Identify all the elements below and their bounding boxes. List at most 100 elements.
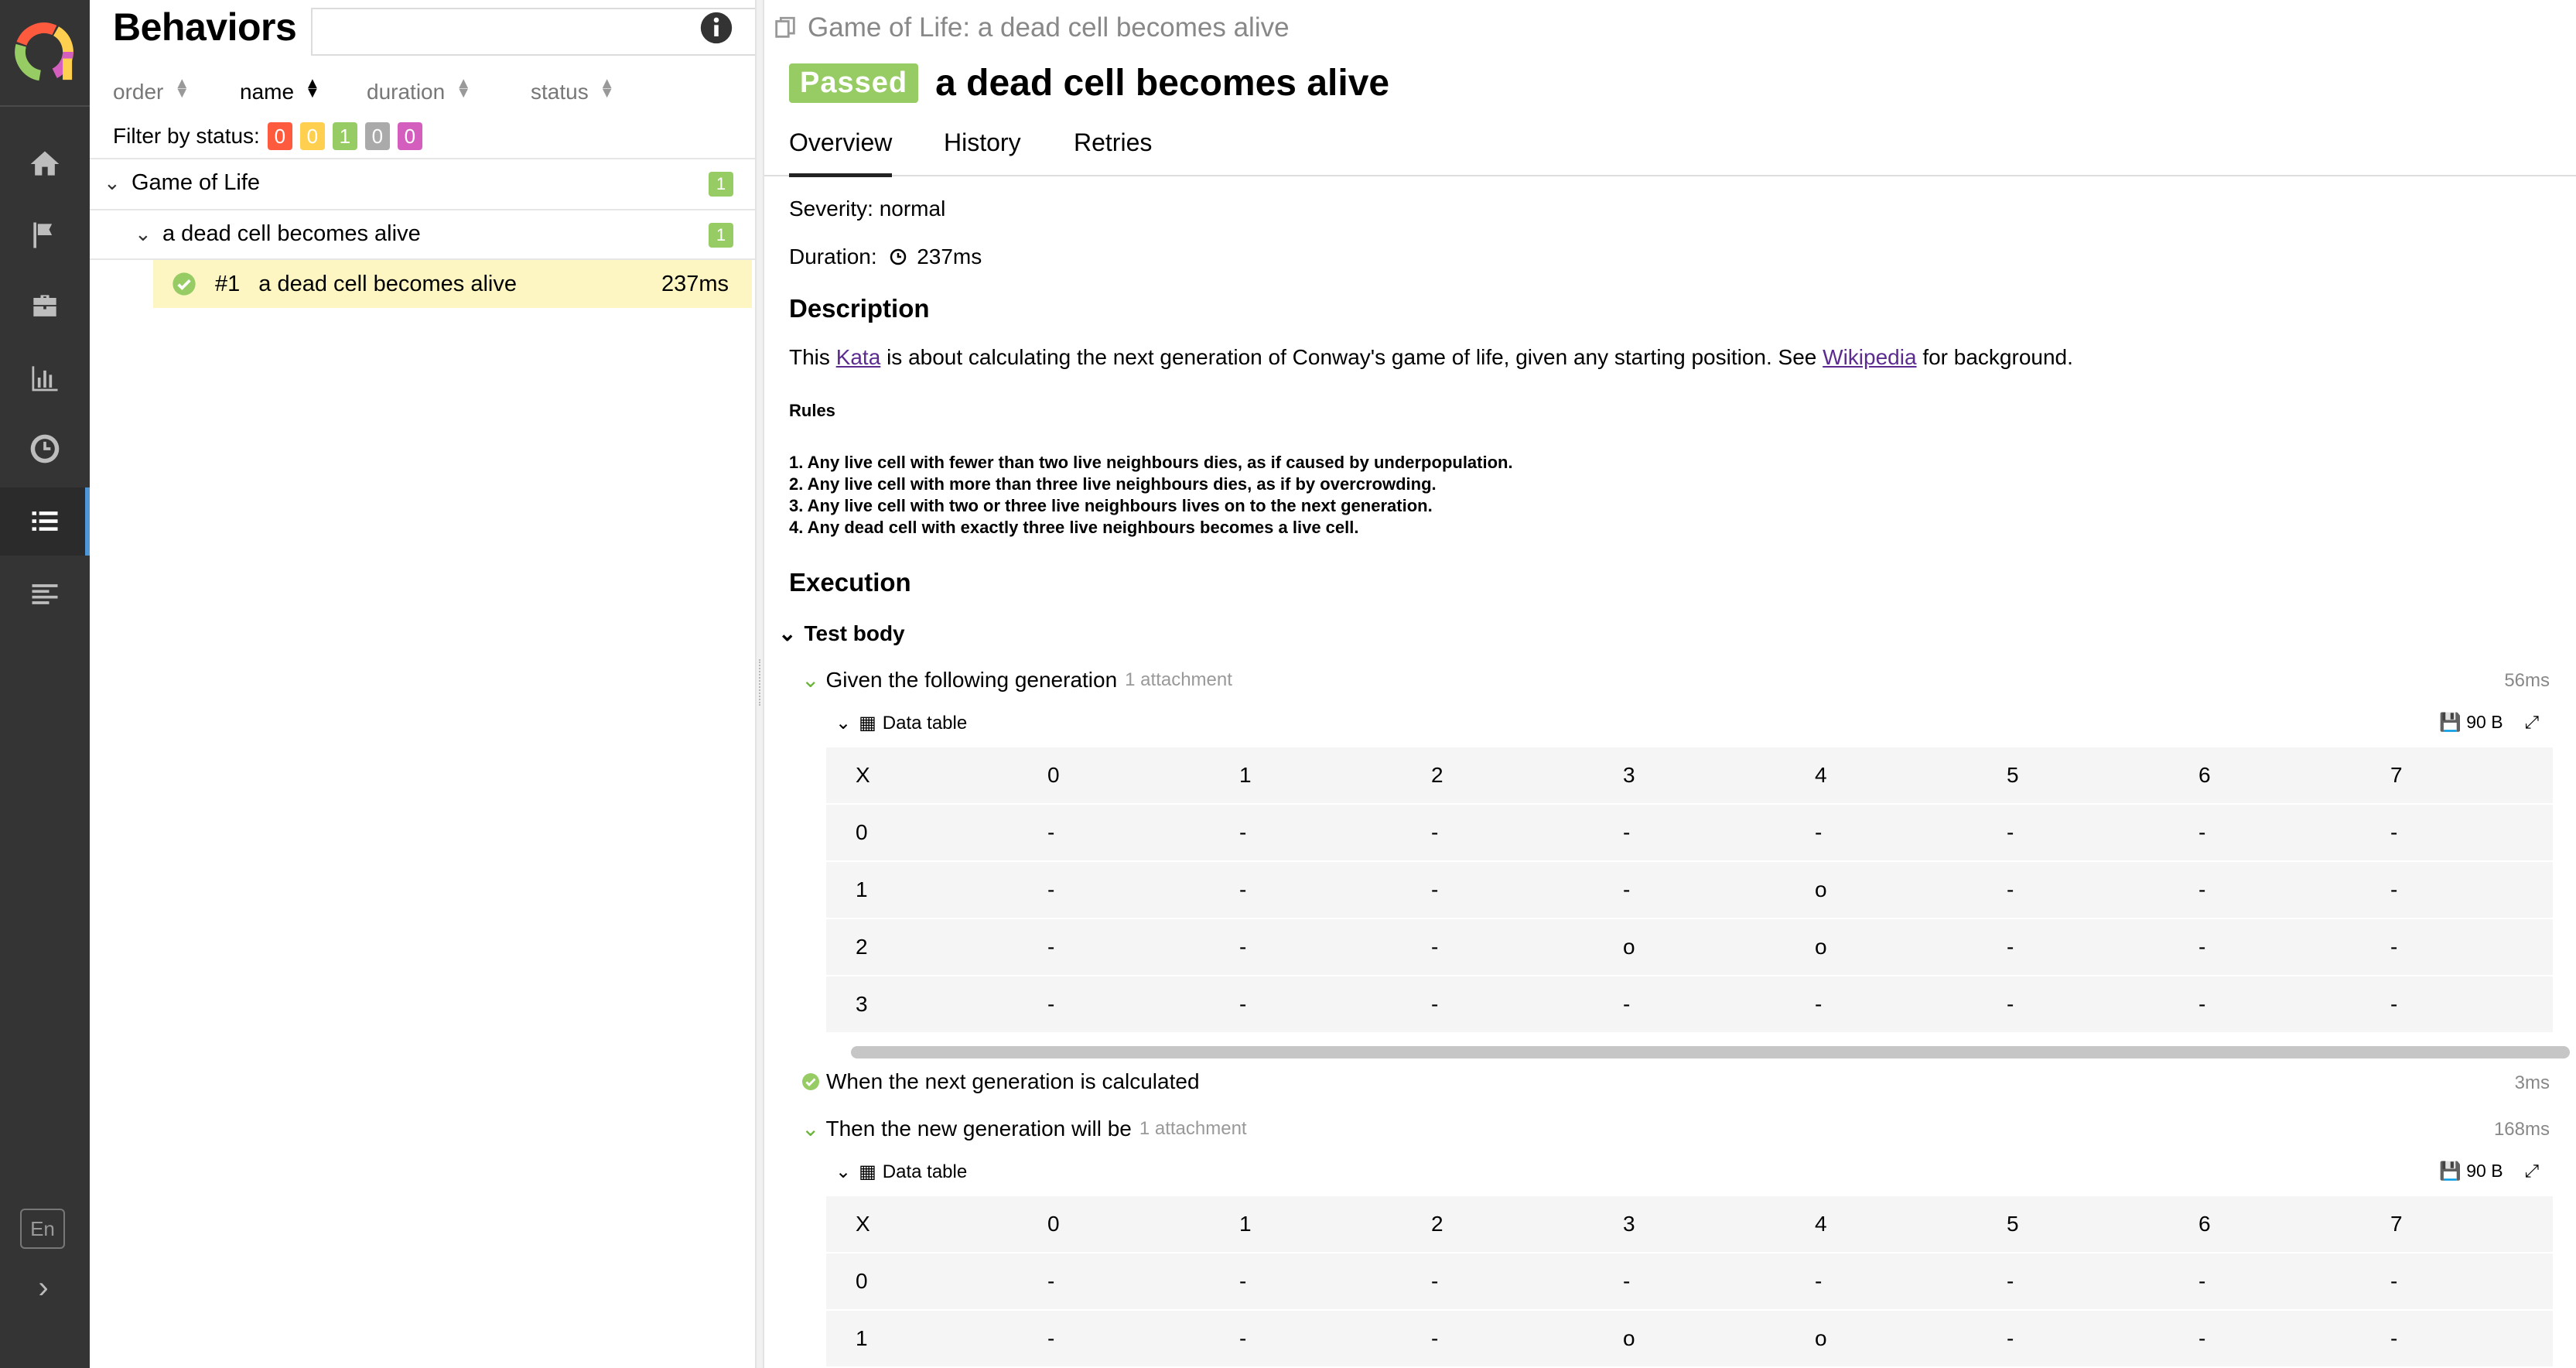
sort-name[interactable]: name ▲ ▼ (240, 76, 320, 104)
clock-icon (890, 248, 907, 265)
table-cell: - (1594, 861, 1785, 919)
table-row: 3-------- (826, 976, 2553, 1034)
tab-history[interactable]: History (944, 128, 1021, 173)
attachment-size[interactable]: 💾 90 B (2439, 1161, 2503, 1182)
splitter-grip[interactable] (759, 659, 762, 706)
expand-icon[interactable]: ⤢ (2525, 1161, 2539, 1182)
tree-group-story[interactable]: ⌄ a dead cell becomes alive 1 (90, 209, 755, 258)
home-icon (30, 151, 60, 176)
nav-categories[interactable] (0, 201, 90, 269)
table-cell: - (1210, 1253, 1402, 1311)
kata-link[interactable]: Kata (836, 345, 881, 369)
bar-chart-icon (32, 366, 58, 392)
table-cell: - (1018, 804, 1210, 862)
table-cell: - (1594, 804, 1785, 862)
table-row: 0-------- (826, 1253, 2553, 1311)
data-table: X01234567 0-------- 1---oo--- (826, 1196, 2553, 1368)
table-cell: - (1977, 1310, 2169, 1368)
table-cell: - (1018, 861, 1210, 919)
nav-rail: En › (0, 0, 90, 1368)
chevron-down-icon: ⌄ (104, 170, 121, 194)
nav-behaviors[interactable] (0, 487, 90, 556)
behaviors-pane: Behaviors order ▲ ▼ name ▲ ▼ duration ▲ ▼ stat… (90, 0, 769, 1368)
tab-retries[interactable]: Retries (1074, 128, 1152, 173)
table-cell: - (1402, 861, 1594, 919)
sort-duration[interactable]: duration ▲ ▼ (367, 76, 471, 104)
step-duration: 3ms (2514, 1072, 2550, 1093)
table-cell: - (1210, 976, 1402, 1034)
filter-passed-badge[interactable]: 1 (332, 122, 357, 150)
step-given[interactable]: ⌄ Given the following generation 1 attac… (801, 667, 1232, 693)
nav-overview[interactable] (0, 130, 90, 198)
filter-broken-badge[interactable]: 0 (299, 122, 325, 150)
attachment-toggle[interactable]: ⌄ ▦ Data table (835, 712, 967, 734)
filter-failed-badge[interactable]: 0 (267, 122, 292, 150)
nav-graphs[interactable] (0, 344, 90, 412)
attachment-count: 1 attachment (1125, 669, 1232, 690)
horizontal-scrollbar[interactable] (851, 1046, 2570, 1058)
tab-overview[interactable]: Overview (789, 128, 893, 177)
chevron-down-icon: ⌄ (801, 668, 820, 692)
nav-timeline[interactable] (0, 415, 90, 483)
table-cell: - (1977, 918, 2169, 976)
step-duration: 168ms (2493, 1119, 2550, 1140)
table-cell: o (1594, 1310, 1785, 1368)
filter-skipped-badge[interactable]: 0 (364, 122, 390, 150)
duration-label: Duration: (789, 245, 877, 268)
nav-suites[interactable] (0, 272, 90, 340)
table-cell: - (1402, 1253, 1594, 1311)
attachment-meta: 💾 90 B ⤢ (2439, 712, 2539, 733)
table-cell: - (1018, 976, 1210, 1034)
table-cell: - (2169, 1310, 2361, 1368)
step-then[interactable]: ⌄ Then the new generation will be 1 atta… (801, 1116, 1247, 1141)
attachment-toggle[interactable]: ⌄ ▦ Data table (835, 1161, 967, 1183)
rail-divider (0, 105, 90, 107)
table-row: 2---oo--- (826, 918, 2553, 976)
test-case-row[interactable]: #1 a dead cell becomes alive 237ms (153, 260, 752, 308)
list-icon (32, 511, 58, 531)
table-cell: - (2169, 861, 2361, 919)
description-heading: Description (789, 294, 930, 323)
table-cell: 0 (826, 1253, 1018, 1311)
chevron-down-icon: ⌄ (835, 1161, 852, 1182)
step-duration: 56ms (2504, 670, 2550, 691)
test-body-toggle[interactable]: ⌄ Test body (778, 621, 905, 646)
passed-check-icon (173, 272, 196, 296)
step-when[interactable]: When the next generation is calculated (801, 1069, 1200, 1094)
table-cell: X (826, 747, 1018, 805)
table-cell: X (826, 1196, 1018, 1253)
table-cell: - (1594, 1253, 1785, 1311)
tree-group-feature[interactable]: ⌄ Game of Life 1 (90, 158, 755, 207)
table-cell: - (2361, 1253, 2553, 1311)
table-cell: 0 (1018, 747, 1210, 805)
table-cell: 6 (2169, 1196, 2361, 1253)
chevron-down-icon: ⌄ (135, 221, 152, 245)
nav-packages[interactable] (0, 560, 90, 628)
table-cell: - (2169, 976, 2361, 1034)
result-header: Passed a dead cell becomes alive (789, 62, 1389, 104)
allure-logo-icon[interactable] (11, 19, 77, 85)
table-cell: - (2169, 918, 2361, 976)
expand-sidebar-icon[interactable]: › (28, 1269, 59, 1306)
copy-icon[interactable] (772, 15, 798, 41)
table-cell: o (1785, 861, 1977, 919)
attachment-size[interactable]: 💾 90 B (2439, 712, 2503, 733)
info-icon[interactable] (699, 11, 733, 45)
count-badge: 1 (709, 223, 733, 248)
sort-order[interactable]: order ▲ ▼ (113, 76, 190, 104)
table-cell: - (1785, 804, 1977, 862)
filter-unknown-badge[interactable]: 0 (397, 122, 422, 150)
expand-icon[interactable]: ⤢ (2525, 712, 2539, 733)
table-cell: - (1210, 804, 1402, 862)
language-switcher[interactable]: En (20, 1209, 65, 1249)
case-number: #1 (215, 271, 241, 296)
table-cell: - (2169, 1253, 2361, 1311)
sort-status[interactable]: status ▲ ▼ (531, 76, 615, 104)
page-title: a dead cell becomes alive (935, 63, 1390, 104)
pane-splitter[interactable] (755, 0, 764, 1368)
table-cell: - (1210, 861, 1402, 919)
table-cell: 2 (826, 918, 1018, 976)
wikipedia-link[interactable]: Wikipedia (1823, 345, 1916, 369)
step-name: When the next generation is calculated (826, 1069, 1200, 1093)
pane-title: Behaviors (113, 5, 297, 49)
